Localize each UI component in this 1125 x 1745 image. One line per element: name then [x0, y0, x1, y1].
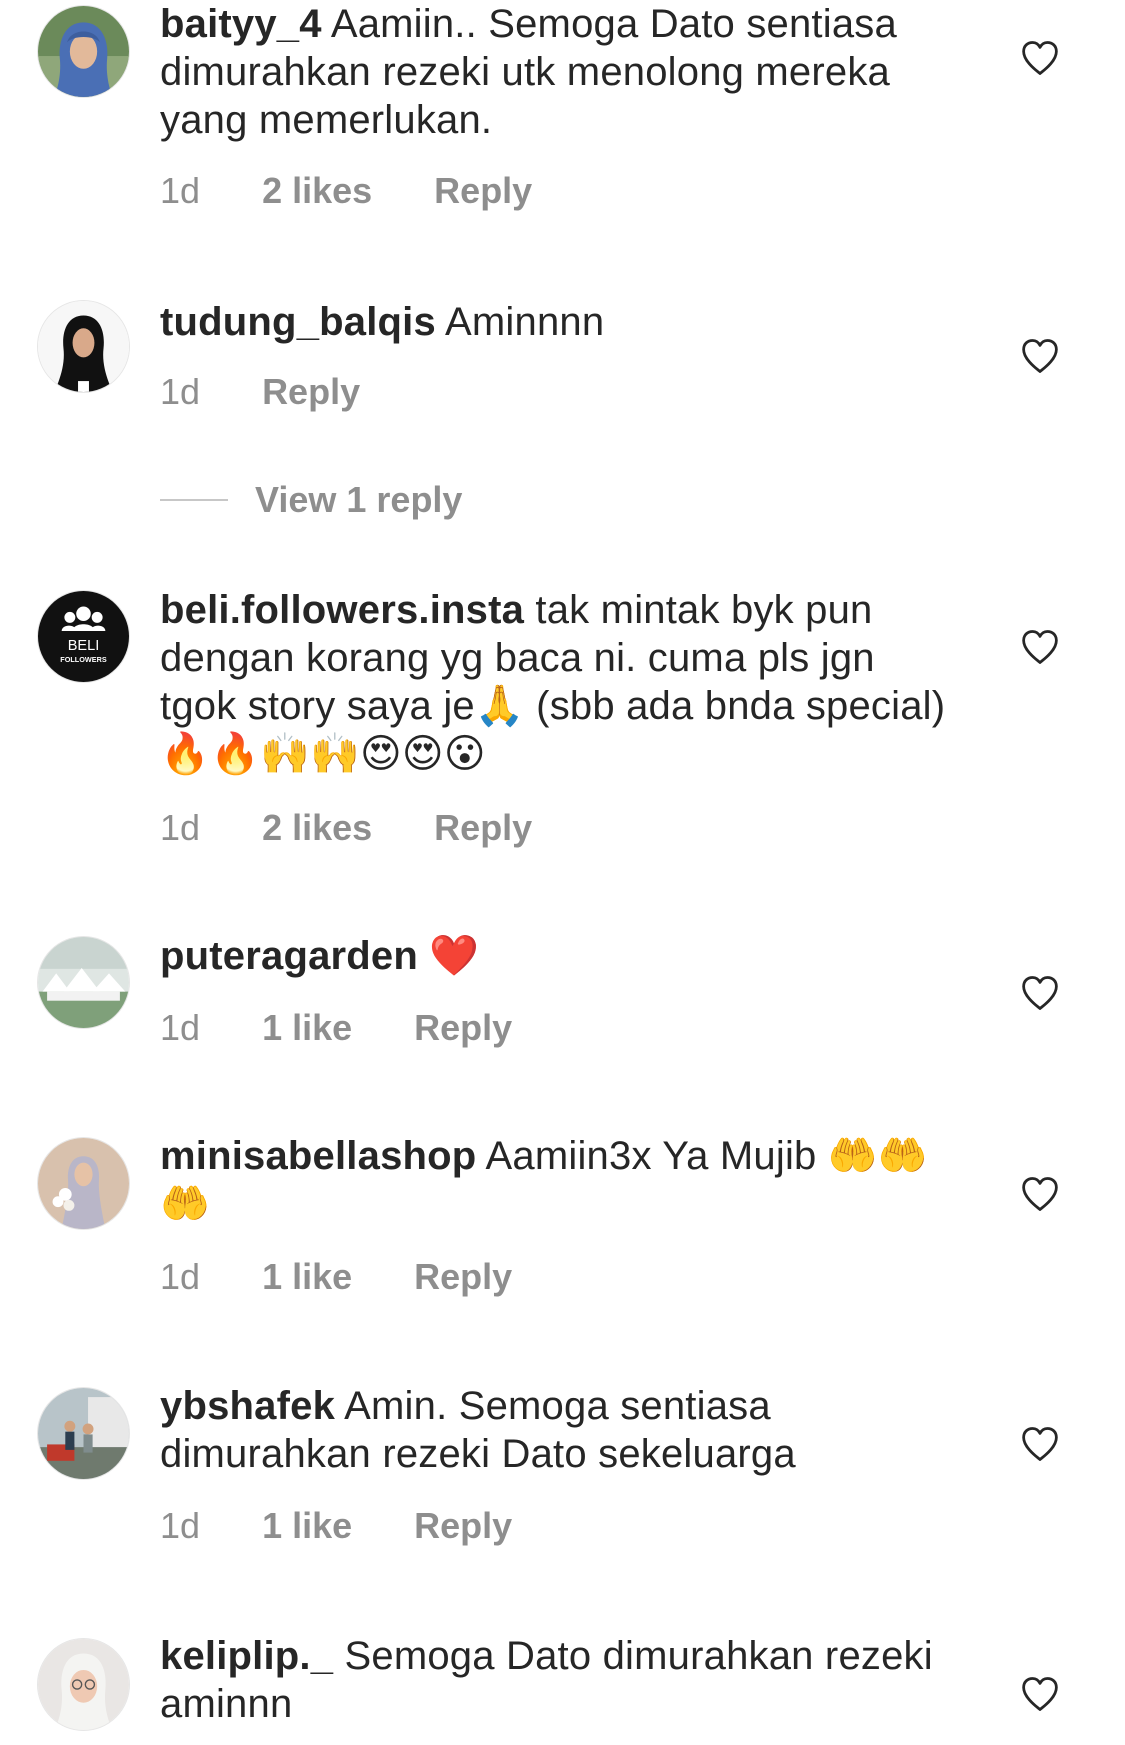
comment-text: keliplip._ Semoga Dato dimurahkan rezeki… [160, 1632, 950, 1728]
like-heart-icon[interactable] [1020, 629, 1060, 665]
comment-username[interactable]: baityy_4 [160, 2, 322, 46]
svg-text:FOLLOWERS: FOLLOWERS [60, 655, 107, 664]
avatar[interactable]: BELI FOLLOWERS [37, 590, 130, 683]
comment-meta: 1d 2 likes Reply [160, 171, 532, 211]
like-heart-icon[interactable] [1020, 40, 1060, 76]
comment-text: puteragarden ❤️ [160, 932, 950, 980]
reply-button[interactable]: Reply [414, 1257, 512, 1297]
comment-meta: 1d 1 like Reply [160, 1506, 512, 1546]
user-hijab-black-avatar-icon [38, 301, 129, 392]
comment-meta: 1d 1 like Reply [160, 1008, 512, 1048]
beli-followers-logo-icon: BELI FOLLOWERS [38, 591, 129, 682]
reply-button[interactable]: Reply [414, 1506, 512, 1546]
avatar[interactable] [37, 1387, 130, 1480]
comment-meta: 1d 2 likes Reply [160, 808, 532, 848]
reply-button[interactable]: Reply [414, 1008, 512, 1048]
comment-username[interactable]: puteragarden [160, 934, 418, 978]
comment-username[interactable]: beli.followers.insta [160, 588, 524, 632]
reply-button[interactable]: Reply [434, 808, 532, 848]
comment-likes[interactable]: 2 likes [262, 808, 372, 848]
garden-tents-avatar-icon [38, 937, 129, 1028]
svg-text:BELI: BELI [68, 638, 100, 654]
avatar[interactable] [37, 300, 130, 393]
divider [160, 499, 228, 501]
comment-meta: 1d 1 like Reply [160, 1257, 512, 1297]
user-hijab-blue-avatar-icon [38, 6, 129, 97]
bride-flowers-avatar-icon [38, 1138, 129, 1229]
family-outdoor-avatar-icon [38, 1388, 129, 1479]
comment-likes[interactable]: 2 likes [262, 171, 372, 211]
view-replies-label[interactable]: View 1 reply [255, 479, 462, 521]
comment-text: minisabellashop Aamiin3x Ya Mujib 🤲🤲🤲 [160, 1132, 950, 1228]
comment-text: beli.followers.insta tak mintak byk pun … [160, 586, 950, 778]
comment-time: 1d [160, 1256, 201, 1297]
comment-username[interactable]: tudung_balqis [160, 300, 436, 344]
comment-username[interactable]: keliplip._ [160, 1634, 333, 1678]
reply-button[interactable]: Reply [262, 372, 360, 412]
comment-text: ybshafek Amin. Semoga sentiasa dimurahka… [160, 1382, 950, 1478]
comment-username[interactable]: ybshafek [160, 1384, 335, 1428]
avatar[interactable] [37, 5, 130, 98]
comment-time: 1d [160, 1007, 201, 1048]
comment-text: tudung_balqis Aminnnn [160, 298, 950, 346]
avatar[interactable] [37, 1638, 130, 1731]
like-heart-icon[interactable] [1020, 975, 1060, 1011]
comment-body: Aminnnn [445, 300, 605, 344]
comment-time: 1d [160, 170, 201, 211]
avatar[interactable] [37, 1137, 130, 1230]
comment-likes[interactable]: 1 like [262, 1257, 352, 1297]
comment-body: ❤️ [429, 934, 480, 978]
view-replies-button[interactable]: View 1 reply [160, 479, 462, 521]
comment-time: 1d [160, 807, 201, 848]
comment-meta: 1d Reply [160, 372, 360, 412]
comment-likes[interactable]: 1 like [262, 1008, 352, 1048]
comment-likes[interactable]: 1 like [262, 1506, 352, 1546]
reply-button[interactable]: Reply [434, 171, 532, 211]
like-heart-icon[interactable] [1020, 1676, 1060, 1712]
like-heart-icon[interactable] [1020, 1426, 1060, 1462]
comment-username[interactable]: minisabellashop [160, 1134, 476, 1178]
comment-time: 1d [160, 1505, 201, 1546]
comment-time: 1d [160, 371, 201, 412]
like-heart-icon[interactable] [1020, 1176, 1060, 1212]
user-hijab-glasses-avatar-icon [38, 1639, 129, 1730]
like-heart-icon[interactable] [1020, 338, 1060, 374]
comment-text: baityy_4 Aamiin.. Semoga Dato sentiasa d… [160, 0, 950, 144]
avatar[interactable] [37, 936, 130, 1029]
